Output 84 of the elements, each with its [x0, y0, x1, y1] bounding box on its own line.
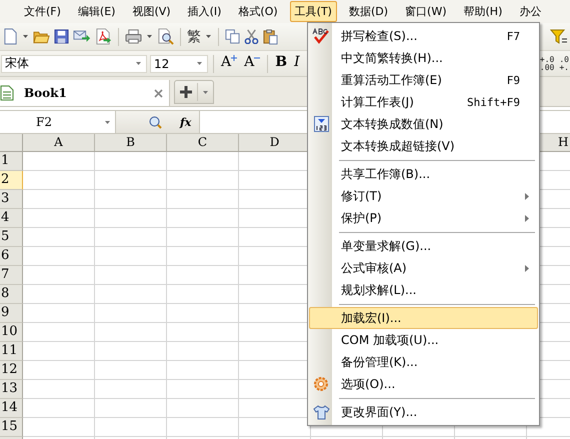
- menu-item[interactable]: 重算活动工作簿(E) F9: [309, 69, 538, 91]
- menu-item[interactable]: 编辑(E): [72, 1, 120, 22]
- search-icon[interactable]: [149, 116, 162, 128]
- row-header[interactable]: 6: [0, 247, 23, 266]
- dropdown-arrow-icon: [197, 62, 202, 65]
- plus-icon: [180, 86, 192, 98]
- email-icon[interactable]: [73, 29, 91, 44]
- row-header[interactable]: 12: [0, 361, 23, 380]
- spreadsheet-icon: [0, 85, 14, 101]
- new-tab-button[interactable]: [174, 80, 214, 104]
- font-size-field[interactable]: 12: [150, 54, 208, 72]
- column-header[interactable]: A: [23, 134, 95, 151]
- save-icon[interactable]: [54, 29, 69, 44]
- menu-item[interactable]: 计算工作表(J) Shift+F9: [309, 91, 538, 113]
- paste-icon[interactable]: [263, 28, 278, 44]
- menu-item[interactable]: 共享工作簿(B)...: [309, 163, 538, 185]
- increase-font-button[interactable]: A: [219, 54, 240, 74]
- menu-item[interactable]: 公式审核(A): [309, 257, 538, 279]
- copy-icon[interactable]: [225, 29, 240, 44]
- minus-icon: [254, 54, 260, 60]
- row-header[interactable]: 2: [0, 171, 23, 190]
- menu-item[interactable]: 工具(T): [290, 1, 337, 22]
- dropdown-arrow-icon: [136, 62, 141, 65]
- workbook-tab[interactable]: Book1: [0, 80, 170, 106]
- scissors-icon[interactable]: [244, 29, 259, 44]
- row-header[interactable]: 13: [0, 380, 23, 399]
- decrease-font-button[interactable]: A: [242, 54, 262, 74]
- plus-icon: [231, 54, 238, 60]
- menu-item[interactable]: 更改界面(Y)...: [309, 401, 538, 423]
- menu-item[interactable]: 拼写检查(S)... F7: [309, 25, 538, 47]
- menu-item[interactable]: COM 加载项(U)...: [309, 329, 538, 351]
- column-header[interactable]: B: [95, 134, 167, 151]
- menu-item[interactable]: 加载宏(I)...: [309, 307, 538, 329]
- row-header[interactable]: 11: [0, 342, 23, 361]
- insert-function-button[interactable]: fx: [180, 116, 192, 128]
- dropdown-arrow-icon: [203, 90, 208, 94]
- row-header[interactable]: 15: [0, 418, 23, 437]
- filter-icon[interactable]: [550, 28, 568, 44]
- font-name-field[interactable]: 宋体: [1, 54, 147, 72]
- decimal-button[interactable]: +.0 .00: [538, 56, 556, 72]
- close-icon[interactable]: [154, 88, 163, 98]
- menu-item[interactable]: 视图(V): [127, 1, 176, 22]
- new-document-icon[interactable]: [3, 28, 18, 45]
- menu-item[interactable]: 规划求解(L)...: [309, 279, 538, 301]
- row-header[interactable]: 4: [0, 209, 23, 228]
- menu-item[interactable]: 文本转换成超链接(V): [309, 135, 538, 157]
- menu-item[interactable]: 窗口(W): [400, 1, 452, 22]
- menu-item[interactable]: 帮助(H): [458, 1, 508, 22]
- menu-item[interactable]: 修订(T): [309, 185, 538, 207]
- menu-item[interactable]: 文件(F): [19, 1, 66, 22]
- menu-item[interactable]: 格式(O): [233, 1, 283, 22]
- decimal-button[interactable]: .0 +.: [558, 56, 570, 72]
- dropdown-arrow-icon[interactable]: [147, 35, 152, 38]
- spell-check-icon: [312, 28, 330, 44]
- menu-item[interactable]: 保护(P): [309, 207, 538, 229]
- dropdown-arrow-icon: [105, 120, 110, 124]
- printer-icon[interactable]: [125, 29, 142, 44]
- menu-item[interactable]: 单变量求解(G)...: [309, 235, 538, 257]
- row-header[interactable]: 8: [0, 285, 23, 304]
- dropdown-arrow-icon[interactable]: [206, 35, 211, 38]
- menu-item[interactable]: 数据(D): [344, 1, 394, 22]
- row-header[interactable]: 10: [0, 323, 23, 342]
- print-preview-icon[interactable]: [157, 28, 174, 45]
- number-convert-icon: [314, 116, 328, 132]
- row-header[interactable]: 9: [0, 304, 23, 323]
- menu-item[interactable]: 中文简繁转换(H)...: [309, 47, 538, 69]
- bold-button[interactable]: B: [273, 54, 290, 74]
- menu-item[interactable]: 备份管理(K)...: [309, 351, 538, 373]
- menu-item[interactable]: 选项(O)...: [309, 373, 538, 395]
- menu-item[interactable]: 文本转换成数值(N): [309, 113, 538, 135]
- shirt-icon: [312, 404, 330, 420]
- row-header[interactable]: 14: [0, 399, 23, 418]
- pdf-icon[interactable]: [95, 28, 112, 45]
- gear-icon: [313, 376, 329, 392]
- row-header[interactable]: 1: [0, 152, 23, 171]
- italic-button[interactable]: I: [292, 54, 302, 74]
- row-header[interactable]: 5: [0, 228, 23, 247]
- menu-item[interactable]: 插入(I): [182, 1, 226, 22]
- row-header[interactable]: 7: [0, 266, 23, 285]
- menu-item[interactable]: 办公: [514, 1, 544, 22]
- traditional-chinese-button[interactable]: 繁: [187, 28, 201, 46]
- column-header[interactable]: C: [167, 134, 239, 151]
- row-header[interactable]: 3: [0, 190, 23, 209]
- dropdown-arrow-icon[interactable]: [23, 35, 28, 38]
